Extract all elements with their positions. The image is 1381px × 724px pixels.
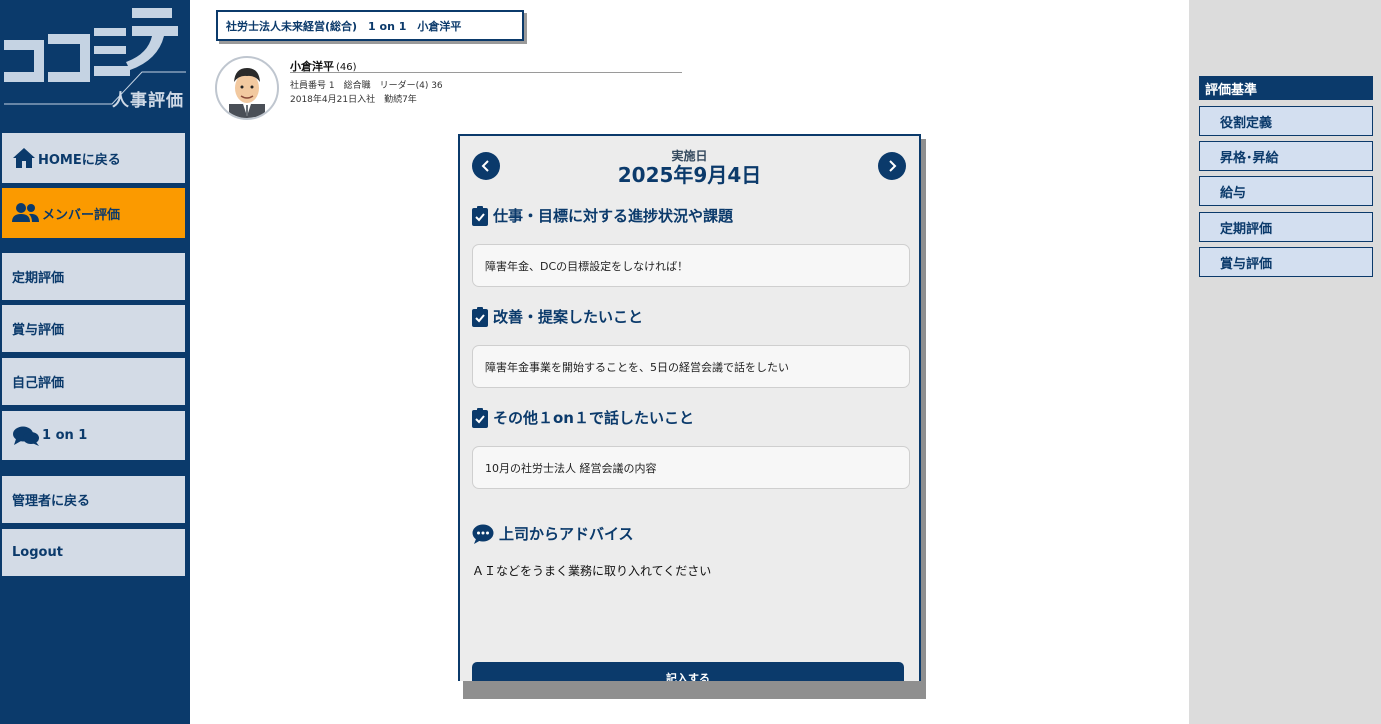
- section-other-answer: 10月の社労士法人 経営会議の内容: [472, 446, 910, 489]
- section-improvement-title-text: 改善・提案したいこと: [493, 308, 644, 326]
- section-other-answer-text: 10月の社労士法人 経営会議の内容: [485, 461, 657, 475]
- criteria-bonus-evaluation-button[interactable]: 賞与評価: [1199, 247, 1373, 277]
- speech-bubble-icon: [472, 524, 494, 544]
- chevron-right-icon: [889, 160, 897, 172]
- nav-bonus-evaluation-button[interactable]: 賞与評価: [2, 305, 185, 352]
- date-value: 2025年9月4日: [617, 163, 762, 187]
- chat-icon: [13, 426, 39, 446]
- evaluation-criteria-heading-text: 評価基準: [1205, 82, 1258, 98]
- criteria-periodic-evaluation-button[interactable]: 定期評価: [1199, 212, 1373, 242]
- nav-periodic-evaluation-label: 定期評価: [12, 271, 65, 286]
- nav-back-to-admin-label: 管理者に戻る: [12, 494, 91, 509]
- advice-title-text: 上司からアドバイス: [499, 525, 634, 543]
- criteria-item-label: 定期評価: [1220, 221, 1273, 237]
- section-progress-title: 仕事・目標に対する進捗状況や課題: [472, 205, 733, 226]
- one-on-one-card: 実施日 2025年9月4日 仕事・目標に対する進捗状況や課題 障害年金、DCの目…: [458, 134, 921, 681]
- section-other-title-text: その他１on１で話したいこと: [493, 409, 694, 427]
- profile-info-employee: 社員番号 1 総合職 リーダー(4) 36: [290, 81, 443, 91]
- nav-self-evaluation-button[interactable]: 自己評価: [2, 358, 185, 405]
- section-improvement-answer-text: 障害年金事業を開始することを、5日の経営会議で話をしたい: [485, 360, 789, 374]
- profile-divider: [290, 72, 682, 73]
- org-title-box: 社労士法人未来経営(総合) 1 on 1 小倉洋平: [216, 10, 524, 41]
- sidebar: 人事評価 HOMEに戻る メンバー評価 定期評価 賞与評価 自己評価 1 on …: [0, 0, 190, 724]
- org-title: 社労士法人未来経営(総合) 1 on 1 小倉洋平: [226, 19, 462, 33]
- criteria-role-definition-button[interactable]: 役割定義: [1199, 106, 1373, 136]
- criteria-salary-button[interactable]: 給与: [1199, 176, 1373, 206]
- criteria-item-label: 給与: [1220, 185, 1247, 201]
- evaluation-criteria-heading: 評価基準: [1199, 76, 1373, 100]
- nav-home-label: HOMEに戻る: [38, 152, 121, 168]
- nav-self-evaluation-label: 自己評価: [12, 376, 65, 391]
- nav-member-evaluation-button[interactable]: メンバー評価: [2, 188, 185, 238]
- criteria-item-label: 賞与評価: [1220, 256, 1273, 272]
- clipboard-check-icon: [472, 407, 488, 428]
- evaluation-criteria-panel: 評価基準 役割定義 昇格･昇給 給与 定期評価 賞与評価: [1189, 0, 1381, 724]
- nav-home-button[interactable]: HOMEに戻る: [2, 133, 185, 183]
- logo-subtitle: 人事評価: [112, 91, 184, 111]
- nav-member-evaluation-label: メンバー評価: [42, 207, 121, 223]
- logo[interactable]: 人事評価: [0, 0, 190, 118]
- section-improvement-title: 改善・提案したいこと: [472, 306, 643, 327]
- nav-back-to-admin-button[interactable]: 管理者に戻る: [2, 476, 185, 523]
- section-progress-answer-text: 障害年金、DCの目標設定をしなければ！: [485, 259, 689, 273]
- section-progress-title-text: 仕事・目標に対する進捗状況や課題: [493, 207, 734, 225]
- nav-bonus-evaluation-label: 賞与評価: [12, 323, 65, 338]
- profile-info-joined: 2018年4月21日入社 勤続7年: [290, 95, 417, 105]
- nav-periodic-evaluation-button[interactable]: 定期評価: [2, 253, 185, 300]
- submit-button-label: 記入する: [666, 672, 710, 681]
- avatar: [215, 56, 279, 120]
- profile-info: 社員番号 1 総合職 リーダー(4) 36 2018年4月21日入社 勤続7年: [290, 79, 443, 107]
- users-icon: [12, 203, 39, 222]
- nav-one-on-one-button[interactable]: 1 on 1: [2, 411, 185, 460]
- nav-logout-button[interactable]: Logout: [2, 529, 185, 576]
- nav-logout-label: Logout: [12, 545, 63, 560]
- clipboard-check-icon: [472, 205, 488, 226]
- next-date-button[interactable]: [878, 152, 906, 180]
- home-icon: [13, 148, 35, 168]
- criteria-promotion-button[interactable]: 昇格･昇給: [1199, 141, 1373, 171]
- section-other-title: その他１on１で話したいこと: [472, 407, 694, 428]
- advice-text: ＡＩなどをうまく業務に取り入れてください: [472, 564, 712, 578]
- avatar-illustration: [229, 68, 265, 118]
- section-progress-answer: 障害年金、DCの目標設定をしなければ！: [472, 244, 910, 287]
- section-improvement-answer: 障害年金事業を開始することを、5日の経営会議で話をしたい: [472, 345, 910, 388]
- advice-title: 上司からアドバイス: [472, 523, 634, 544]
- nav-one-on-one-label: 1 on 1: [42, 428, 88, 443]
- criteria-item-label: 昇格･昇給: [1220, 150, 1279, 166]
- criteria-item-label: 役割定義: [1220, 115, 1273, 131]
- submit-button[interactable]: 記入する: [472, 662, 904, 681]
- clipboard-check-icon: [472, 306, 488, 327]
